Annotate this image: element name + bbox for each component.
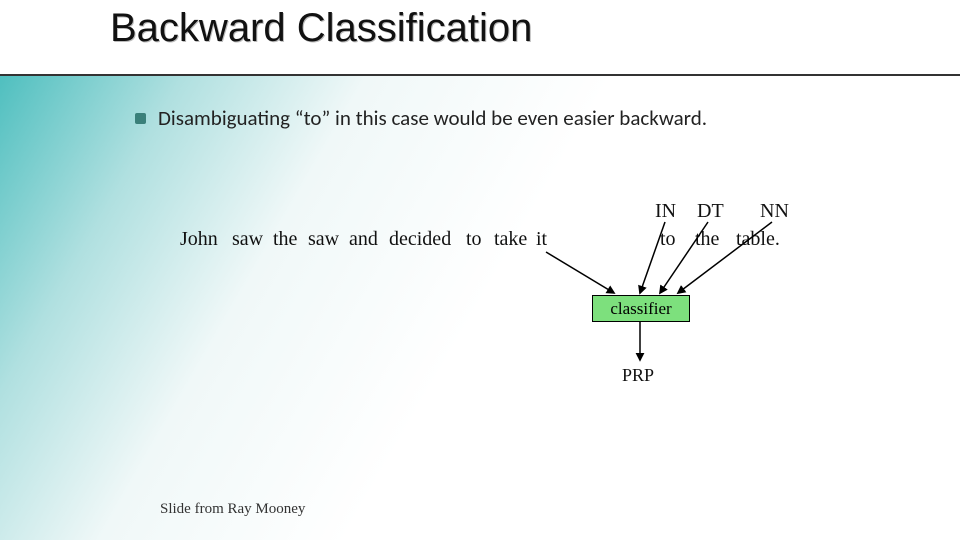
footer-credit: Slide from Ray Mooney bbox=[160, 501, 305, 518]
background-gradient bbox=[0, 75, 960, 540]
word-the-1: the bbox=[273, 228, 297, 251]
word-saw-2: saw bbox=[308, 228, 339, 251]
word-table: table. bbox=[736, 228, 780, 251]
bullet-text: Disambiguating “to” in this case would b… bbox=[158, 105, 707, 131]
slide-title: Backward Classification bbox=[110, 6, 532, 51]
word-and: and bbox=[349, 228, 378, 251]
bullet-row: Disambiguating “to” in this case would b… bbox=[135, 105, 707, 131]
word-the-2: the bbox=[695, 228, 719, 251]
word-john: John bbox=[180, 228, 218, 251]
tag-in: IN bbox=[655, 200, 676, 223]
output-tag: PRP bbox=[622, 365, 654, 386]
classifier-box: classifier bbox=[592, 295, 690, 322]
header-divider bbox=[0, 74, 960, 76]
word-to-1: to bbox=[466, 228, 482, 251]
tag-nn: NN bbox=[760, 200, 789, 223]
word-take: take bbox=[494, 228, 527, 251]
word-to-2: to bbox=[660, 228, 676, 251]
tag-dt: DT bbox=[697, 200, 724, 223]
word-saw-1: saw bbox=[232, 228, 263, 251]
word-it: it bbox=[536, 228, 547, 251]
slide: Backward Classification Disambiguating “… bbox=[0, 0, 960, 540]
word-decided: decided bbox=[389, 228, 451, 251]
bullet-icon bbox=[135, 113, 146, 124]
